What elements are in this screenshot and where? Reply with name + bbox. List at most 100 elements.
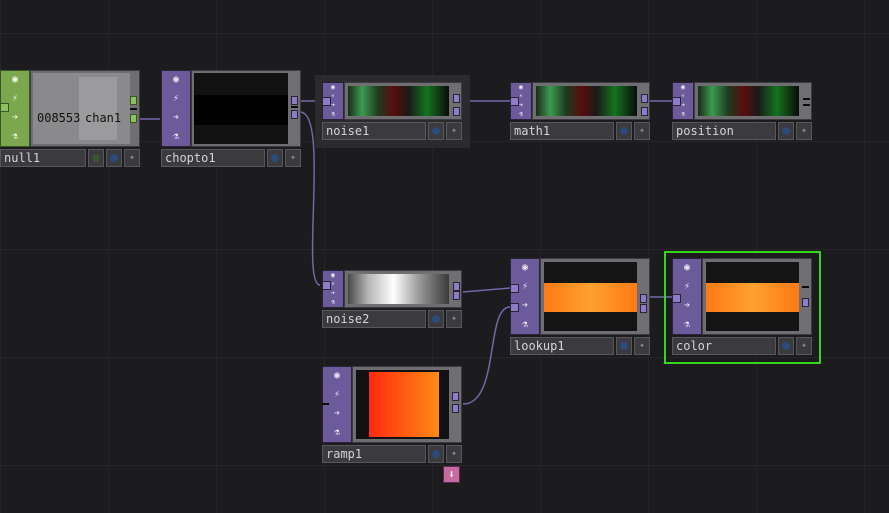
node-chopto1-output-port[interactable] bbox=[291, 96, 298, 105]
node-position-flag-1[interactable] bbox=[778, 122, 794, 140]
clone-icon[interactable]: ⚗ bbox=[169, 130, 183, 144]
node-ramp1-output-port[interactable] bbox=[452, 392, 459, 401]
export-icon[interactable]: ➔ bbox=[169, 111, 183, 125]
viewer-icon[interactable]: ◉ bbox=[326, 272, 340, 280]
viewer-icon[interactable]: ◉ bbox=[169, 73, 183, 87]
cook-icon[interactable]: ⚡ bbox=[518, 280, 532, 294]
node-math1-flag-2[interactable]: ✦ bbox=[634, 122, 650, 140]
node-ramp1[interactable]: ◉ ⚡ ➔ ⚗ ramp1 ✦ bbox=[322, 366, 462, 463]
node-position-label-bar: position ✦ bbox=[672, 122, 812, 140]
viewer-icon[interactable]: ◉ bbox=[680, 261, 694, 275]
node-noise2-flag-1[interactable] bbox=[428, 310, 444, 328]
viewer-icon[interactable]: ◉ bbox=[514, 84, 528, 92]
wire-noise2-lookup1[interactable] bbox=[462, 287, 511, 293]
node-color-flag-1[interactable] bbox=[778, 337, 794, 355]
node-null1-output-port[interactable] bbox=[130, 96, 137, 105]
star-icon: ✦ bbox=[289, 152, 297, 163]
node-noise2-label-bar: noise2 ✦ bbox=[322, 310, 462, 328]
node-noise1-input-port[interactable] bbox=[322, 97, 331, 106]
viewer-icon[interactable]: ◉ bbox=[8, 73, 22, 87]
node-noise2-output-port[interactable] bbox=[453, 282, 460, 291]
node-ramp1-flag-2[interactable]: ✦ bbox=[446, 445, 462, 463]
node-math1-output-port-2[interactable] bbox=[641, 107, 648, 116]
node-noise2[interactable]: ◉ ⚡ ➔ ⚗ noise2 ✦ bbox=[322, 270, 462, 328]
node-position[interactable]: ◉ ⚡ ➔ ⚗ position ✦ bbox=[672, 82, 812, 140]
export-icon[interactable]: ➔ bbox=[330, 407, 344, 421]
clone-icon[interactable]: ⚗ bbox=[518, 318, 532, 332]
cook-icon[interactable]: ⚡ bbox=[169, 92, 183, 106]
node-chopto1-flag-1[interactable] bbox=[267, 149, 283, 167]
viewer-icon[interactable]: ◉ bbox=[326, 84, 340, 92]
clone-icon[interactable]: ⚗ bbox=[326, 299, 340, 307]
node-math1[interactable]: ◉ ⚡ ➔ ⚗ math1 ✦ bbox=[510, 82, 650, 140]
clone-icon[interactable]: ⚗ bbox=[8, 130, 22, 144]
node-noise2-input-port[interactable] bbox=[322, 281, 331, 290]
clone-icon[interactable]: ⚗ bbox=[326, 111, 340, 119]
export-icon[interactable]: ➔ bbox=[680, 299, 694, 313]
node-position-input-port[interactable] bbox=[672, 97, 681, 106]
export-icon[interactable]: ➔ bbox=[8, 111, 22, 125]
node-null1-flag-1[interactable] bbox=[88, 149, 104, 167]
node-color-label[interactable]: color bbox=[672, 337, 776, 355]
node-lookup1-label[interactable]: lookup1 bbox=[510, 337, 614, 355]
node-lookup1[interactable]: ◉ ⚡ ➔ ⚗ lookup1 ✦ bbox=[510, 258, 650, 355]
clone-icon[interactable]: ⚗ bbox=[330, 426, 344, 440]
clone-icon[interactable]: ⚗ bbox=[514, 111, 528, 119]
node-lookup1-input-port[interactable] bbox=[510, 284, 519, 293]
cook-icon[interactable]: ⚡ bbox=[8, 92, 22, 106]
node-color-input-port[interactable] bbox=[672, 294, 681, 303]
node-noise2-flag-2[interactable]: ✦ bbox=[446, 310, 462, 328]
node-null1-output-port-2[interactable] bbox=[130, 114, 137, 123]
node-ramp1-output-port-2[interactable] bbox=[452, 404, 459, 413]
node-noise2-label[interactable]: noise2 bbox=[322, 310, 426, 328]
node-math1-output-port[interactable] bbox=[641, 94, 648, 103]
node-noise1-flag-2[interactable]: ✦ bbox=[446, 122, 462, 140]
node-color[interactable]: ◉ ⚡ ➔ ⚗ color ✦ bbox=[672, 258, 812, 355]
node-null1[interactable]: ◉ ⚡ ➔ ⚗ 008553 chan1 null1 ✦ bbox=[0, 70, 140, 167]
cook-icon[interactable]: ⚡ bbox=[680, 280, 694, 294]
node-math1-input-port[interactable] bbox=[510, 97, 519, 106]
clone-icon[interactable]: ⚗ bbox=[676, 111, 690, 119]
node-ramp1-label[interactable]: ramp1 bbox=[322, 445, 426, 463]
node-null1-label[interactable]: null1 bbox=[0, 149, 86, 167]
node-color-output-port[interactable] bbox=[802, 298, 809, 307]
node-chopto1-sidebar: ◉ ⚡ ➔ ⚗ bbox=[161, 70, 191, 147]
node-lookup1-flag-2[interactable]: ✦ bbox=[634, 337, 650, 355]
wire-ramp1-lookup1[interactable] bbox=[462, 306, 511, 405]
node-color-label-bar: color ✦ bbox=[672, 337, 812, 355]
node-chopto1-label[interactable]: chopto1 bbox=[161, 149, 265, 167]
clone-icon[interactable]: ⚗ bbox=[680, 318, 694, 332]
node-chopto1[interactable]: ◉ ⚡ ➔ ⚗ chopto1 ✦ bbox=[161, 70, 301, 167]
node-color-flag-2[interactable]: ✦ bbox=[796, 337, 812, 355]
node-chopto1-output-port-2[interactable] bbox=[291, 110, 298, 119]
node-noise1-label[interactable]: noise1 bbox=[322, 122, 426, 140]
node-null1-input-port[interactable] bbox=[0, 103, 9, 112]
cook-icon[interactable]: ⚡ bbox=[330, 388, 344, 402]
node-position-flag-2[interactable]: ✦ bbox=[796, 122, 812, 140]
node-lookup1-input-port-2[interactable] bbox=[510, 303, 519, 312]
node-null1-label-bar: null1 ✦ bbox=[0, 149, 140, 167]
viewer-icon[interactable]: ◉ bbox=[676, 84, 690, 92]
network-editor-canvas[interactable]: ◉ ⚡ ➔ ⚗ 008553 chan1 null1 ✦ ◉ ⚡ ➔ ⚗ cho… bbox=[0, 0, 889, 513]
node-lookup1-flag-1[interactable] bbox=[616, 337, 632, 355]
node-lookup1-output-port[interactable] bbox=[640, 294, 647, 303]
node-noise1-flag-1[interactable] bbox=[428, 122, 444, 140]
download-icon[interactable]: ⬇ bbox=[443, 466, 460, 483]
node-position-label[interactable]: position bbox=[672, 122, 776, 140]
node-chopto1-flag-2[interactable]: ✦ bbox=[285, 149, 301, 167]
export-icon[interactable]: ➔ bbox=[326, 290, 340, 298]
node-noise2-output-port-2[interactable] bbox=[453, 291, 460, 300]
node-noise1[interactable]: ◉ ⚡ ➔ ⚗ noise1 ✦ bbox=[322, 82, 462, 140]
node-noise1-output-port[interactable] bbox=[453, 94, 460, 103]
node-null1-flag-3[interactable]: ✦ bbox=[124, 149, 140, 167]
node-lookup1-output-port-2[interactable] bbox=[640, 304, 647, 313]
node-ramp1-flag-1[interactable] bbox=[428, 445, 444, 463]
viewer-icon[interactable]: ◉ bbox=[330, 369, 344, 383]
viewer-icon[interactable]: ◉ bbox=[518, 261, 532, 275]
node-null1-flag-2[interactable] bbox=[106, 149, 122, 167]
node-lookup1-sidebar: ◉ ⚡ ➔ ⚗ bbox=[510, 258, 540, 335]
export-icon[interactable]: ➔ bbox=[518, 299, 532, 313]
node-noise1-output-port-2[interactable] bbox=[453, 107, 460, 116]
node-math1-label[interactable]: math1 bbox=[510, 122, 614, 140]
node-math1-flag-1[interactable] bbox=[616, 122, 632, 140]
